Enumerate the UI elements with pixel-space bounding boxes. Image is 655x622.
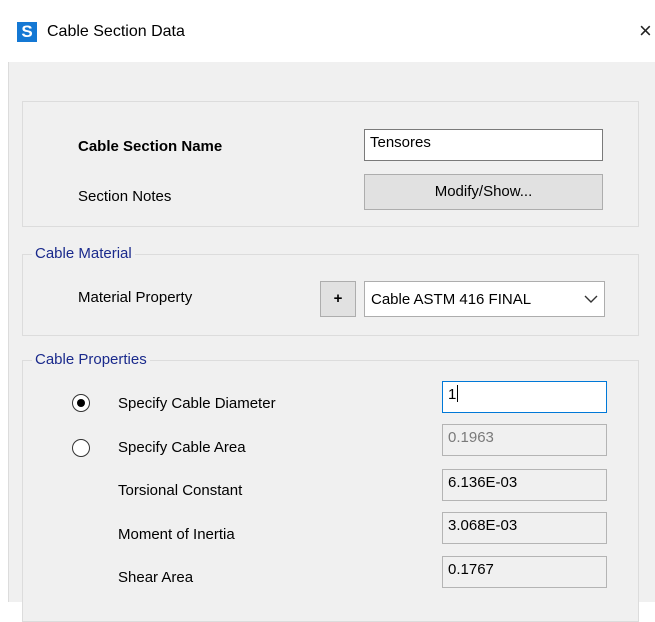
- area-option-label[interactable]: Specify Cable Area: [118, 438, 246, 458]
- section-name-input[interactable]: Tensores: [364, 129, 603, 161]
- add-material-button[interactable]: +: [320, 281, 356, 317]
- modify-show-button[interactable]: Modify/Show...: [364, 174, 603, 210]
- diameter-input[interactable]: 1: [442, 381, 607, 413]
- material-select-value: Cable ASTM 416 FINAL: [371, 291, 532, 308]
- title-bar: S Cable Section Data ×: [0, 0, 655, 62]
- moment-of-inertia-value: 3.068E-03: [442, 512, 607, 544]
- cable-material-group: Cable Material Material Property + Cable…: [22, 245, 639, 336]
- window-title: Cable Section Data: [47, 23, 185, 40]
- dialog-body: Cable Section Name Tensores Section Note…: [8, 62, 655, 622]
- cable-properties-group: Cable Properties Specify Cable Diameter …: [22, 351, 639, 622]
- section-name-group: Cable Section Name Tensores Section Note…: [22, 101, 639, 227]
- chevron-down-icon: [584, 295, 598, 303]
- area-input: 0.1963: [442, 424, 607, 456]
- diameter-value: 1: [448, 386, 457, 403]
- close-icon[interactable]: ×: [639, 18, 655, 44]
- shear-area-label: Shear Area: [118, 569, 194, 586]
- material-select[interactable]: Cable ASTM 416 FINAL: [364, 281, 605, 317]
- section-name-label: Cable Section Name: [78, 138, 223, 155]
- cable-properties-legend: Cable Properties: [32, 351, 150, 369]
- radio-selected-dot: [77, 399, 85, 407]
- shear-area-value: 0.1767: [442, 556, 607, 588]
- area-radio[interactable]: [72, 439, 90, 457]
- torsional-constant-label: Torsional Constant: [118, 482, 243, 499]
- text-caret: [457, 385, 459, 402]
- diameter-option-label[interactable]: Specify Cable Diameter: [118, 394, 276, 414]
- section-notes-label: Section Notes: [78, 188, 172, 205]
- moment-of-inertia-label: Moment of Inertia: [118, 526, 235, 543]
- torsional-constant-value: 6.136E-03: [442, 469, 607, 501]
- cable-material-legend: Cable Material: [32, 245, 135, 263]
- material-property-label: Material Property: [78, 289, 193, 306]
- diameter-radio[interactable]: [72, 394, 90, 412]
- app-logo-icon: S: [17, 22, 37, 42]
